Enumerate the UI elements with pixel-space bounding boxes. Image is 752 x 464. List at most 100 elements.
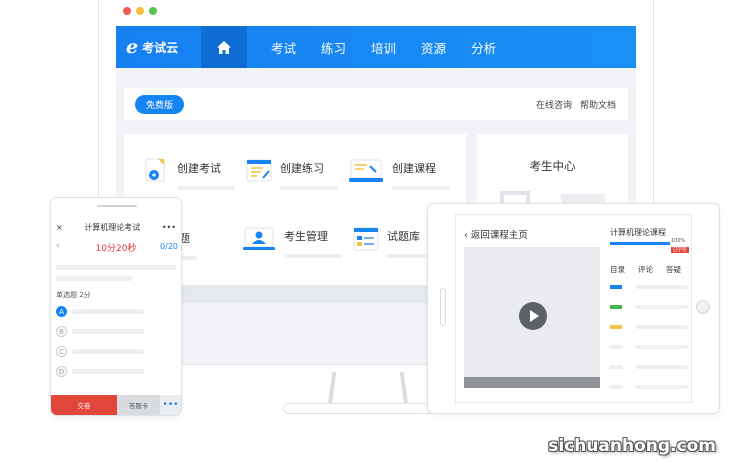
option-c-radio[interactable]: C [56, 346, 67, 357]
create-exam-placeholder [177, 186, 235, 190]
window-minimize-button[interactable] [136, 7, 144, 15]
phone-device: × 计算机理论考试 ••• ‹ 10分20秒 0/20 单选题 2分 A B C… [50, 197, 182, 416]
create-course-icon [348, 158, 384, 184]
close-icon[interactable]: × [56, 223, 63, 232]
chapter-text [636, 305, 688, 309]
create-exam-icon [143, 158, 169, 184]
course-title: 计算机理论课程 [610, 228, 666, 237]
create-practice-icon [246, 158, 272, 184]
chapter-item[interactable] [610, 305, 688, 309]
course-progress-bar [610, 242, 670, 245]
back-to-course-link[interactable]: ‹ 返回课程主页 [464, 227, 528, 241]
home-icon [217, 40, 231, 54]
phone-header: × 计算机理论考试 ••• [51, 219, 181, 235]
window-controls [123, 7, 157, 15]
tab-catalog[interactable]: 目录 [610, 264, 625, 275]
option-a[interactable]: A [56, 306, 144, 317]
create-exam-label: 创建考试 [177, 162, 221, 175]
nav-item-resources[interactable]: 资源 [421, 38, 446, 57]
candidate-manage-icon [242, 226, 276, 252]
brand-name: 考试云 [142, 40, 179, 55]
brand[interactable]: e 考试云 [116, 35, 201, 58]
top-links: 在线咨询 帮助文档 [536, 98, 616, 111]
tablet-camera [440, 288, 446, 326]
option-d[interactable]: D [56, 366, 144, 377]
create-course-action[interactable]: 创建课程 [348, 158, 450, 190]
create-practice-label: 创建练习 [280, 162, 324, 175]
online-consult-link[interactable]: 在线咨询 [536, 98, 572, 111]
option-c[interactable]: C [56, 346, 144, 357]
tablet-home-button[interactable] [696, 300, 710, 314]
video-control-bar[interactable] [464, 377, 600, 388]
candidate-center-title: 考生中心 [529, 159, 576, 173]
video-player[interactable] [464, 247, 600, 377]
nav-item-exam[interactable]: 考试 [271, 38, 296, 57]
nav-item-practice[interactable]: 练习 [321, 38, 346, 57]
question-bank-icon [353, 226, 379, 252]
phone-speaker [97, 205, 137, 207]
candidate-manage-placeholder [284, 254, 342, 258]
chapter-text [636, 325, 688, 329]
monitor-stand-left [327, 372, 337, 406]
more-options-button[interactable]: ••• [160, 395, 181, 415]
tab-qa[interactable]: 答疑 [666, 264, 681, 275]
answer-card-button[interactable]: 答题卡 [117, 395, 160, 415]
chapter-marker [610, 385, 622, 389]
option-a-radio[interactable]: A [56, 306, 67, 317]
option-b-text [72, 329, 144, 334]
brand-logo-icon: e [126, 35, 139, 58]
chapter-marker [610, 325, 622, 329]
tablet-device: ‹ 返回课程主页 计算机理论课程 100% 已学完 目录 评论 答疑 [427, 203, 720, 414]
create-exam-action[interactable]: 创建考试 [143, 158, 235, 190]
chapter-text [636, 345, 688, 349]
back-to-course-label: 返回课程主页 [470, 230, 528, 241]
chapter-item[interactable] [610, 285, 688, 289]
chapter-item[interactable] [610, 345, 688, 349]
question-type: 单选题 2分 [56, 291, 91, 299]
tablet-screen: ‹ 返回课程主页 计算机理论课程 100% 已学完 目录 评论 答疑 [455, 214, 692, 403]
nav-menu: 考试 练习 培训 资源 分析 [271, 38, 496, 57]
edition-badge[interactable]: 免费版 [135, 94, 185, 114]
option-a-text [72, 309, 144, 314]
top-navbar: e 考试云 考试 练习 培训 资源 分析 [116, 26, 636, 68]
nav-item-training[interactable]: 培训 [371, 38, 396, 57]
info-bar: 免费版 在线咨询 帮助文档 [124, 88, 628, 120]
stage: e 考试云 考试 练习 培训 资源 分析 免费版 在线咨询 帮助文档 创建考试 … [0, 0, 752, 464]
chapter-text [636, 365, 688, 369]
option-b[interactable]: B [56, 326, 144, 337]
chapter-marker [610, 365, 622, 369]
submit-exam-button[interactable]: 交卷 [51, 395, 117, 415]
watermark: sichuanhong.com [548, 436, 716, 456]
question-text-placeholder [56, 265, 176, 270]
question-count: 0/20 [160, 242, 178, 251]
nav-home-button[interactable] [201, 26, 247, 68]
course-progress-fill [610, 242, 670, 245]
option-d-text [72, 369, 144, 374]
nav-item-analysis[interactable]: 分析 [471, 38, 496, 57]
chapter-item[interactable] [610, 325, 688, 329]
window-close-button[interactable] [123, 7, 131, 15]
option-b-radio[interactable]: B [56, 326, 67, 337]
course-progress-label: 100% [671, 238, 686, 244]
chapter-marker [610, 285, 622, 289]
tab-comments[interactable]: 评论 [638, 264, 653, 275]
play-icon[interactable] [519, 302, 547, 330]
create-course-placeholder [392, 186, 450, 190]
option-d-radio[interactable]: D [56, 366, 67, 377]
window-maximize-button[interactable] [149, 7, 157, 15]
help-docs-link[interactable]: 帮助文档 [580, 98, 616, 111]
create-course-label: 创建课程 [392, 162, 436, 175]
create-practice-placeholder [280, 186, 338, 190]
create-practice-action[interactable]: 创建练习 [246, 158, 338, 190]
more-icon[interactable]: ••• [162, 223, 176, 232]
completed-tag: 已学完 [671, 247, 689, 253]
question-text-placeholder [56, 276, 132, 281]
chapter-marker [610, 345, 622, 349]
chapter-item[interactable] [610, 365, 688, 369]
chapter-item[interactable] [610, 385, 688, 389]
monitor-stand-right [399, 372, 409, 406]
candidate-manage-label: 考生管理 [284, 230, 328, 243]
candidate-manage-action[interactable]: 考生管理 [242, 226, 342, 258]
option-c-text [72, 349, 144, 354]
chapter-marker [610, 305, 622, 309]
